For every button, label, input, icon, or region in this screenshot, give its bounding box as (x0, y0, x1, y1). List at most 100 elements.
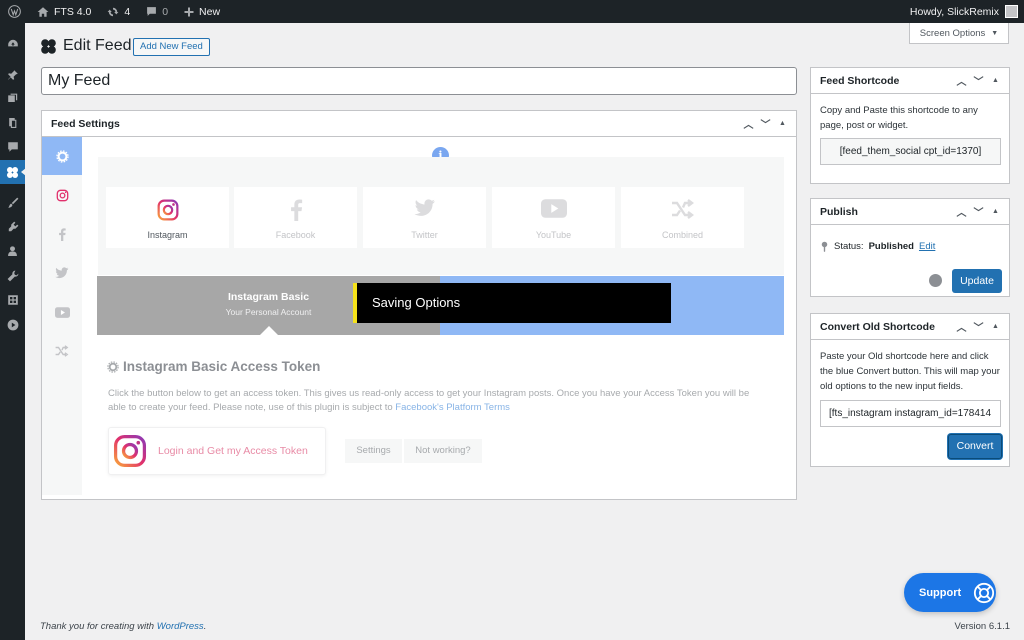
platform-terms-link[interactable]: Facebook's Platform Terms (395, 402, 510, 413)
feed-settings-content: i Instagram Facebook Twitter YouTube Com… (82, 137, 796, 495)
collapse-menu-item[interactable] (0, 313, 25, 337)
comment-icon (7, 142, 18, 152)
move-up-icon[interactable]: ︿ (743, 116, 754, 131)
pages-menu-item[interactable] (0, 111, 25, 135)
admin-menu (0, 23, 26, 640)
publish-header: Publish ︿ ﹀ ▲ (811, 199, 1009, 225)
publish-title: Publish (820, 205, 858, 218)
feed-type-combined[interactable]: Combined (621, 187, 744, 248)
not-working-button[interactable]: Not working? (404, 439, 482, 463)
site-name-link[interactable]: FTS 4.0 (29, 0, 99, 23)
convert-title: Convert Old Shortcode (820, 320, 935, 333)
convert-button[interactable]: Convert (948, 434, 1002, 459)
box-controls: ︿ ﹀ ▲ (956, 204, 1009, 219)
pin-icon (821, 241, 828, 252)
home-icon (37, 6, 49, 17)
dashboard-menu-item[interactable] (0, 32, 25, 56)
page-title: Edit Feed (40, 37, 131, 55)
box-controls: ︿ ﹀ ▲ (956, 319, 1009, 334)
settings-button[interactable]: Settings (345, 439, 402, 463)
tab-general-settings[interactable] (42, 137, 82, 175)
facebook-icon (59, 227, 66, 241)
support-button[interactable]: Support (904, 573, 996, 612)
feed-shortcode-field[interactable]: [feed_them_social cpt_id=1370] (820, 138, 1001, 165)
admin-bar: FTS 4.0 4 0 New Howdy, SlickRemix (0, 0, 1024, 23)
feed-shortcode-header: Feed Shortcode ︿ ﹀ ▲ (811, 68, 1009, 94)
footer-thanks: Thank you for creating with WordPress. (40, 621, 206, 632)
update-button[interactable]: Update (952, 269, 1002, 293)
youtube-icon (540, 199, 567, 218)
my-account[interactable]: Howdy, SlickRemix (910, 5, 1024, 18)
caret-down-icon: ▼ (991, 29, 999, 37)
move-up-icon[interactable]: ︿ (956, 73, 967, 88)
token-section-title: Instagram Basic Access Token (107, 359, 320, 374)
tab-twitter[interactable] (42, 254, 82, 292)
feed-type-youtube[interactable]: YouTube (492, 187, 615, 248)
play-circle-icon (7, 319, 18, 331)
comments-icon (147, 7, 157, 16)
old-shortcode-input[interactable]: [fts_instagram instagram_id=178414 (820, 400, 1001, 427)
tab-facebook[interactable] (42, 215, 82, 253)
new-content-link[interactable]: New (176, 0, 228, 23)
toggle-panel-icon[interactable]: ▲ (777, 120, 788, 127)
toggle-panel-icon[interactable]: ▲ (990, 77, 1001, 84)
move-down-icon[interactable]: ﹀ (973, 319, 984, 334)
pin-icon (7, 70, 18, 80)
users-menu-item[interactable] (0, 239, 25, 263)
combined-icon (671, 199, 694, 219)
wordpress-link[interactable]: WordPress (157, 621, 204, 632)
plug-icon (8, 221, 18, 232)
tab-combined[interactable] (42, 332, 82, 370)
feed-type-label: YouTube (535, 230, 572, 240)
twitter-icon (55, 267, 69, 279)
toggle-panel-icon[interactable]: ▲ (990, 323, 1001, 330)
feed-them-social-menu-item[interactable] (0, 160, 26, 184)
appearance-menu-item[interactable] (0, 191, 25, 215)
youtube-icon (54, 306, 70, 318)
feed-settings-title: Feed Settings (51, 117, 120, 130)
screen-options-button[interactable]: Screen Options ▼ (909, 23, 1009, 44)
comments-menu-item[interactable] (0, 135, 25, 159)
feed-settings-header: Feed Settings ︿ ﹀ ▲ (42, 111, 796, 137)
comments-count: 0 (162, 5, 169, 18)
brush-icon (7, 197, 18, 208)
plugins-menu-item[interactable] (0, 215, 25, 239)
media-menu-item[interactable] (0, 87, 25, 111)
toggle-panel-icon[interactable]: ▲ (990, 208, 1001, 215)
dashboard-icon (7, 39, 18, 47)
settings-menu-item[interactable] (0, 288, 25, 312)
move-up-icon[interactable]: ︿ (956, 204, 967, 219)
posts-menu-item[interactable] (0, 63, 25, 87)
tab-youtube[interactable] (42, 293, 82, 331)
feed-shortcode-title: Feed Shortcode (820, 74, 900, 87)
media-icon (7, 93, 17, 102)
status-value: Published (868, 241, 914, 252)
spinner-icon (929, 274, 942, 287)
saving-options-toast: Saving Options (353, 283, 671, 323)
feed-type-label: Instagram (147, 230, 188, 240)
add-new-feed-button[interactable]: Add New Feed (133, 38, 210, 56)
feed-type-facebook[interactable]: Facebook (234, 187, 357, 248)
facebook-icon (290, 199, 302, 221)
edit-status-link[interactable]: Edit (919, 241, 935, 252)
feed-type-instagram[interactable]: Instagram (106, 187, 229, 248)
move-up-icon[interactable]: ︿ (956, 319, 967, 334)
wordpress-logo-button[interactable] (0, 0, 29, 23)
updates-link[interactable]: 4 (99, 0, 138, 23)
feed-title-input[interactable]: My Feed (41, 67, 797, 95)
token-description: Click the button below to get an access … (108, 387, 768, 415)
login-access-token-button[interactable]: Login and Get my Access Token (108, 427, 326, 475)
comments-link[interactable]: 0 (138, 0, 176, 23)
combined-icon (55, 345, 69, 357)
tools-menu-item[interactable] (0, 264, 25, 288)
plus-icon (184, 7, 194, 16)
feed-type-twitter[interactable]: Twitter (363, 187, 486, 248)
feed-settings-tabs (42, 137, 82, 495)
move-down-icon[interactable]: ﹀ (973, 204, 984, 219)
tab-instagram[interactable] (42, 176, 82, 214)
feed-settings-box: Feed Settings ︿ ﹀ ▲ i Instagram Facebook… (41, 110, 797, 500)
move-down-icon[interactable]: ﹀ (760, 116, 771, 131)
wordpress-icon (8, 5, 21, 18)
footer-thanks-prefix: Thank you for creating with (40, 621, 157, 632)
move-down-icon[interactable]: ﹀ (973, 73, 984, 88)
